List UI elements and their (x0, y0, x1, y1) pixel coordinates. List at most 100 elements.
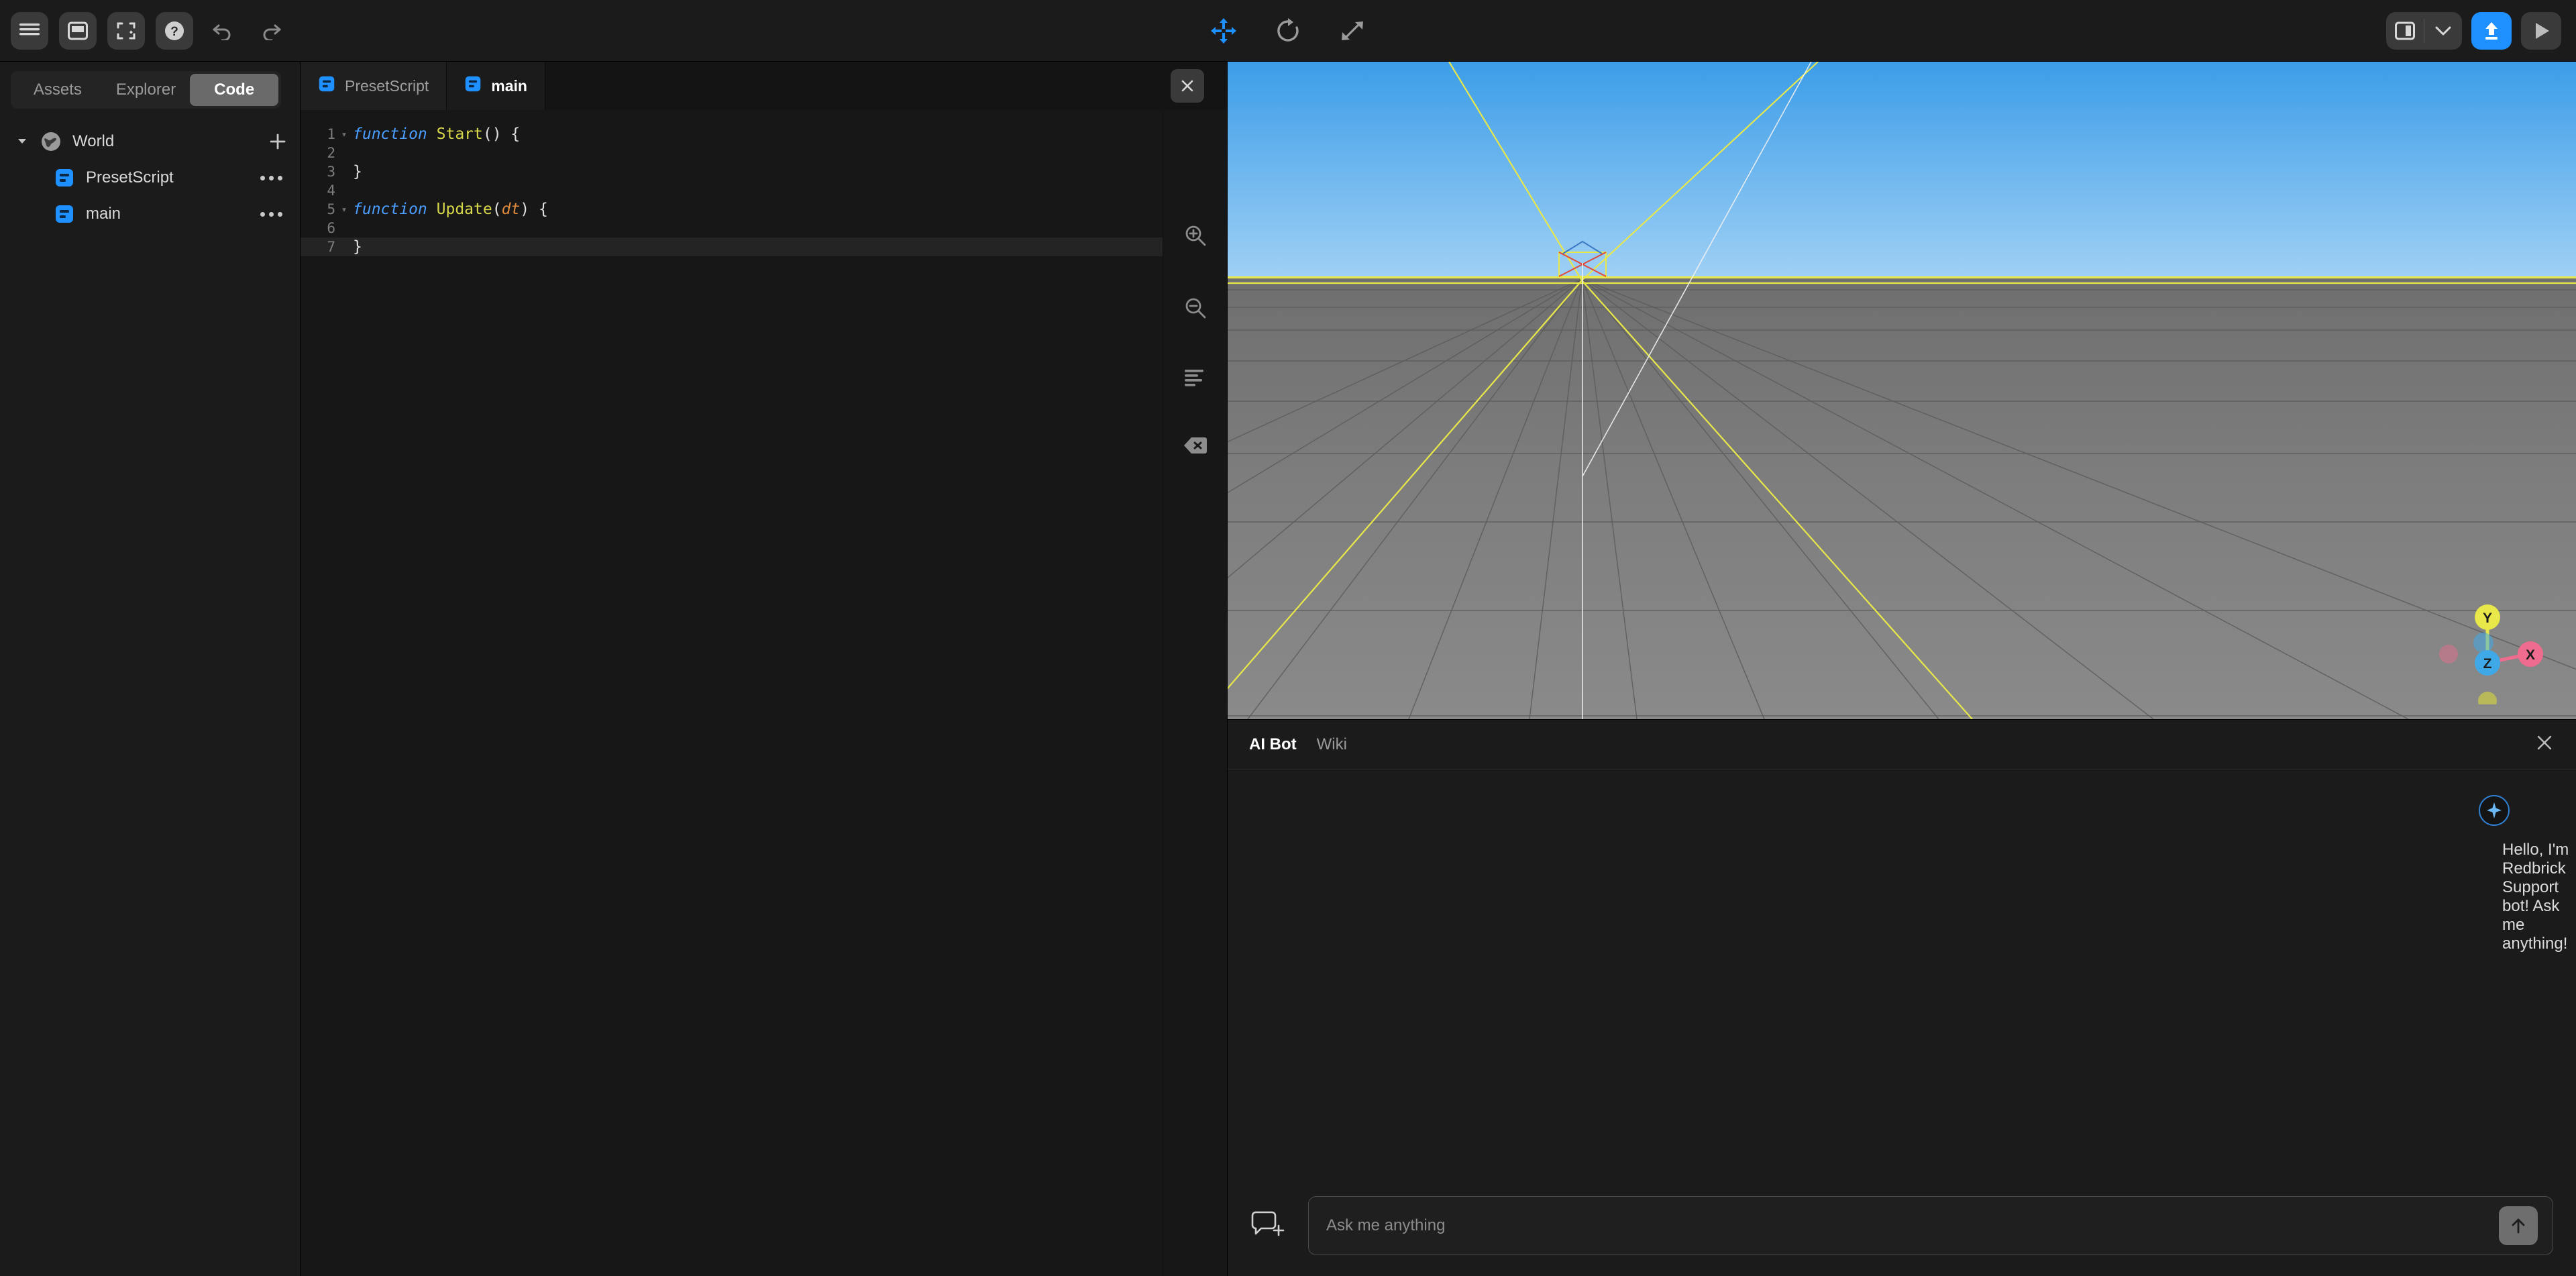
script-icon (464, 75, 482, 97)
tree-label-world: World (72, 132, 115, 150)
axis-neg-z (2473, 633, 2493, 653)
undo-icon[interactable] (204, 12, 241, 50)
caret-down-icon[interactable] (15, 138, 30, 146)
tree-label-presetscript: PresetScript (86, 168, 174, 187)
add-object-button[interactable] (268, 131, 288, 152)
move-tool[interactable] (1208, 15, 1240, 47)
code-tab-main[interactable]: main (447, 62, 545, 110)
script-icon (52, 166, 76, 190)
close-icon[interactable] (2536, 734, 2553, 755)
sidebar-tabs: Assets Explorer Code (11, 71, 281, 109)
gutter-rail (301, 110, 303, 1276)
line-number: 2 (327, 145, 335, 161)
more-options-main[interactable] (255, 207, 288, 222)
ai-input-row (1228, 1175, 2576, 1276)
menu-icon[interactable] (11, 11, 48, 50)
fold-arrow-icon[interactable]: ▾ (335, 203, 353, 215)
axis-neg-x (2439, 645, 2458, 663)
tree-label-main: main (86, 205, 121, 223)
code-line[interactable]: 5 ▾ function Update(dt) { (301, 200, 1163, 219)
script-icon (318, 75, 335, 97)
ai-chat-body: Hello, I'm Redbrick Support bot! Ask me … (1228, 769, 2576, 1175)
right-side: Y X Z AI Bot Wiki Hello, I'm Redbrick Su… (1228, 62, 2576, 1276)
axis-neg-y (2478, 692, 2497, 710)
ai-panel-header: AI Bot Wiki (1228, 720, 2576, 769)
new-chat-icon[interactable] (1228, 1211, 1308, 1240)
expand-icon[interactable] (107, 11, 145, 50)
code-line[interactable]: 6 (301, 219, 1163, 237)
scale-tool[interactable] (1336, 15, 1368, 47)
fold-arrow-icon[interactable]: ▾ (335, 128, 353, 140)
code-lines: 1 ▾ function Start() {2 3} 4 5 ▾ function Updat… (301, 125, 1163, 256)
code-tab-bar: PresetScript main (301, 62, 1227, 110)
left-sidebar: Assets Explorer Code World PresetScript … (0, 62, 301, 1276)
send-icon[interactable] (2499, 1206, 2538, 1245)
zoom-out-icon[interactable] (1184, 297, 1207, 319)
tree-item-world[interactable]: World (0, 123, 300, 160)
axis-z-label: Z (2483, 656, 2492, 672)
3d-viewport[interactable]: Y X Z (1228, 62, 2576, 719)
ask-input-wrapper[interactable] (1308, 1196, 2553, 1255)
code-editor-area: 1 ▾ function Start() {2 3} 4 5 ▾ function Updat… (301, 110, 1227, 1276)
line-number: 7 (327, 239, 335, 255)
chevron-down-icon[interactable] (2424, 12, 2462, 50)
format-lines-icon[interactable] (1184, 369, 1206, 386)
redo-icon[interactable] (252, 12, 290, 50)
layout-icon[interactable] (2386, 12, 2424, 50)
main-body: Assets Explorer Code World PresetScript … (0, 62, 2576, 1276)
more-options-presetscript[interactable] (255, 170, 288, 186)
transform-tools-group (0, 0, 2576, 62)
axis-y-label: Y (2483, 610, 2492, 626)
code-text: } (353, 163, 362, 180)
line-number: 4 (327, 182, 335, 199)
bot-message: Hello, I'm Redbrick Support bot! Ask me … (2502, 841, 2569, 953)
help-icon[interactable]: ? (156, 11, 193, 50)
line-number: 1 (327, 126, 335, 142)
code-line[interactable]: 2 (301, 144, 1163, 162)
play-button[interactable] (2521, 11, 2561, 50)
tab-assets[interactable]: Assets (13, 74, 102, 106)
axis-gizmo[interactable]: Y X Z (2428, 597, 2556, 710)
code-tab-label: main (491, 76, 527, 95)
code-line[interactable]: 3} (301, 162, 1163, 181)
code-line[interactable]: 4 (301, 181, 1163, 200)
axis-x-label: X (2526, 647, 2535, 663)
rotate-tool[interactable] (1272, 15, 1304, 47)
code-panel: PresetScript main 1 ▾ function Start() {… (301, 62, 1228, 1276)
tab-wiki[interactable]: Wiki (1317, 735, 1347, 754)
tree-item-presetscript[interactable]: PresetScript (0, 160, 300, 196)
line-number: 3 (327, 164, 335, 180)
code-line[interactable]: 7} (301, 237, 1163, 256)
tab-ai-bot[interactable]: AI Bot (1249, 735, 1297, 754)
toolbar-right-group (2386, 11, 2576, 50)
clear-icon[interactable] (1183, 436, 1208, 455)
code-text: } (353, 238, 362, 256)
globe-icon (39, 129, 63, 154)
line-number: 5 (327, 201, 335, 217)
close-icon[interactable] (1171, 69, 1204, 103)
script-icon (52, 202, 76, 226)
toolbar-left-group: ? (0, 11, 290, 50)
tab-explorer[interactable]: Explorer (102, 74, 191, 106)
ai-panel: AI Bot Wiki Hello, I'm Redbrick Support … (1228, 719, 2576, 1276)
top-toolbar: ? (0, 0, 2576, 62)
publish-button[interactable] (2471, 11, 2512, 50)
ask-input[interactable] (1326, 1216, 2487, 1235)
code-editor[interactable]: 1 ▾ function Start() {2 3} 4 5 ▾ function Updat… (301, 110, 1163, 1276)
code-line[interactable]: 1 ▾ function Start() { (301, 125, 1163, 144)
tree-item-main[interactable]: main (0, 196, 300, 232)
line-number: 6 (327, 220, 335, 236)
viewport-overlay (1228, 62, 2576, 719)
app-root: ? Assets Explorer Code World PresetScrip… (0, 0, 2576, 1276)
code-text: function Update(dt) { (353, 201, 548, 218)
panel-icon[interactable] (59, 11, 97, 50)
tab-code[interactable]: Code (190, 74, 279, 106)
sidebar-tab-row: Assets Explorer Code (0, 62, 300, 115)
code-text: function Start() { (353, 125, 521, 143)
code-tab-presetscript[interactable]: PresetScript (301, 62, 447, 110)
svg-text:?: ? (170, 25, 178, 39)
zoom-in-icon[interactable] (1184, 224, 1207, 247)
code-tab-label: PresetScript (345, 76, 429, 95)
bot-sparkle-icon (2479, 795, 2510, 826)
layout-control (2386, 11, 2462, 50)
